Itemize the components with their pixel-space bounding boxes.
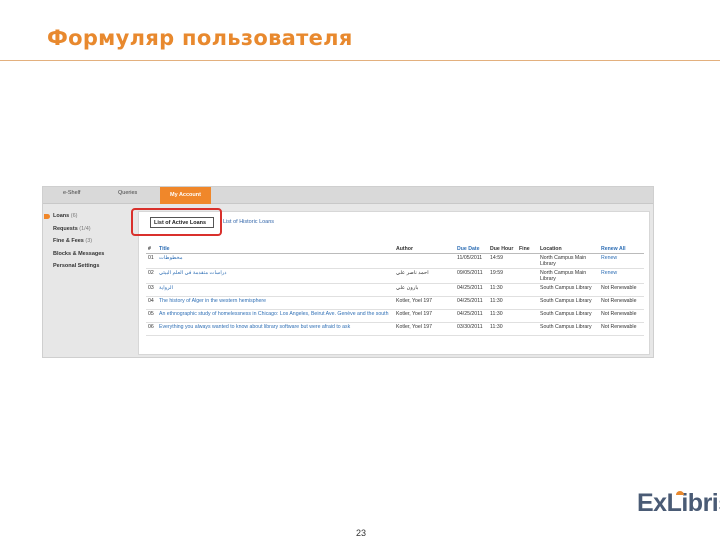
sidebar-item-personal-settings[interactable]: Personal Settings bbox=[43, 263, 135, 276]
sidebar-item-count: (6) bbox=[70, 213, 78, 219]
column-header: # bbox=[146, 235, 157, 254]
loan-author: Kotler, Yoel 197 bbox=[394, 296, 455, 310]
row-number: 02 bbox=[146, 268, 157, 284]
table-row: 01 مخطوطات 11/05/2011 14:59 North Campus… bbox=[146, 253, 644, 269]
loan-due-date: 09/05/2011 bbox=[455, 268, 488, 284]
column-header: Author bbox=[394, 235, 455, 254]
loan-due-date: 04/25/2011 bbox=[455, 309, 488, 323]
sidebar-item-count: (3) bbox=[85, 238, 93, 244]
logo-accent-icon bbox=[676, 491, 684, 495]
row-number: 06 bbox=[146, 322, 157, 336]
loan-fine bbox=[517, 253, 538, 269]
loan-author: احمد ناصر علي bbox=[394, 268, 455, 284]
loan-due-date: 04/25/2011 bbox=[455, 283, 488, 297]
loan-location: South Campus Library bbox=[538, 296, 599, 310]
loan-due-date: 11/05/2011 bbox=[455, 253, 488, 269]
loan-due-hour: 11:30 bbox=[488, 309, 517, 323]
column-header-due-date[interactable]: Due Date bbox=[455, 235, 488, 254]
loan-due-hour: 19:59 bbox=[488, 268, 517, 284]
title-divider bbox=[0, 60, 720, 61]
loan-fine bbox=[517, 309, 538, 323]
sidebar-item-label: Fine & Fees bbox=[53, 238, 84, 244]
loan-due-hour: 11:30 bbox=[488, 322, 517, 336]
loan-fine bbox=[517, 268, 538, 284]
row-number: 05 bbox=[146, 309, 157, 323]
table-row: 02 دراسات متقدمة في العلم البيئي احمد نا… bbox=[146, 268, 644, 284]
loan-title-link[interactable]: مخطوطات bbox=[157, 253, 394, 269]
table-row: 06 Everything you always wanted to know … bbox=[146, 322, 644, 336]
loan-location: South Campus Library bbox=[538, 322, 599, 336]
sidebar-item-count: (1/4) bbox=[79, 225, 91, 232]
sidebar-item-requests[interactable]: Requests (1/4) bbox=[43, 226, 135, 239]
column-header-title[interactable]: Title bbox=[157, 235, 394, 254]
account-sidebar: Loans (6) Requests (1/4) Fine & Fees (3)… bbox=[43, 213, 135, 276]
sidebar-item-label: Requests bbox=[53, 225, 78, 232]
loan-author: Kotler, Yoel 197 bbox=[394, 322, 455, 336]
loan-due-date: 04/25/2011 bbox=[455, 296, 488, 310]
renew-status: Not Renewable bbox=[599, 309, 644, 323]
active-loans-highlight bbox=[131, 208, 222, 236]
loan-location: North Campus Main Library bbox=[538, 268, 599, 284]
tab-eshelf[interactable]: e-Shelf bbox=[63, 190, 80, 196]
loan-location: North Campus Main Library bbox=[538, 253, 599, 269]
slide-title: Формуляр пользователя bbox=[47, 26, 353, 50]
column-header: Due Hour bbox=[488, 235, 517, 254]
sidebar-item-label: Loans bbox=[53, 213, 70, 219]
loan-author: Kotler, Yoel 197 bbox=[394, 309, 455, 323]
page-number: 23 bbox=[356, 528, 367, 538]
sidebar-item-label: Personal Settings bbox=[53, 263, 100, 269]
loan-title-link[interactable]: The history of Alger in the western hemi… bbox=[157, 296, 394, 310]
tab-historic-loans[interactable]: List of Historic Loans bbox=[223, 219, 274, 225]
loans-table: # Title Author Due Date Due Hour Fine Lo… bbox=[146, 235, 644, 336]
loan-title-link[interactable]: الرواية bbox=[157, 283, 394, 297]
loan-location: South Campus Library bbox=[538, 283, 599, 297]
renew-status: Not Renewable bbox=[599, 322, 644, 336]
loan-location: South Campus Library bbox=[538, 309, 599, 323]
renew-link[interactable]: Renew bbox=[599, 253, 644, 269]
renew-status: Not Renewable bbox=[599, 296, 644, 310]
tab-queries[interactable]: Queries bbox=[118, 190, 137, 196]
row-number: 03 bbox=[146, 283, 157, 297]
renew-status: Not Renewable bbox=[599, 283, 644, 297]
loan-title-link[interactable]: An ethnographic study of homelessness in… bbox=[157, 309, 394, 323]
loan-due-date: 03/30/2011 bbox=[455, 322, 488, 336]
sidebar-item-loans[interactable]: Loans (6) bbox=[43, 213, 135, 226]
renew-all-link[interactable]: Renew All bbox=[599, 235, 644, 254]
row-number: 04 bbox=[146, 296, 157, 310]
table-row: 03 الرواية بارون علي 04/25/2011 11:30 So… bbox=[146, 283, 644, 297]
row-number: 01 bbox=[146, 253, 157, 269]
sidebar-item-label: Blocks & Messages bbox=[53, 250, 105, 257]
loan-title-link[interactable]: Everything you always wanted to know abo… bbox=[157, 322, 394, 336]
renew-link[interactable]: Renew bbox=[599, 268, 644, 284]
loan-due-hour: 14:59 bbox=[488, 253, 517, 269]
table-row: 05 An ethnographic study of homelessness… bbox=[146, 309, 644, 323]
loan-author: بارون علي bbox=[394, 283, 455, 297]
loan-title-link[interactable]: دراسات متقدمة في العلم البيئي bbox=[157, 268, 394, 284]
sidebar-item-fines[interactable]: Fine & Fees (3) bbox=[43, 238, 135, 251]
loan-fine bbox=[517, 322, 538, 336]
table-row: 04 The history of Alger in the western h… bbox=[146, 296, 644, 310]
loan-fine bbox=[517, 283, 538, 297]
tab-my-account[interactable]: My Account bbox=[160, 187, 211, 204]
sidebar-item-blocks-messages[interactable]: Blocks & Messages bbox=[43, 251, 135, 264]
loan-due-hour: 11:30 bbox=[488, 296, 517, 310]
top-tab-bar: e-Shelf Queries My Account bbox=[43, 187, 653, 204]
loan-due-hour: 11:30 bbox=[488, 283, 517, 297]
loan-author bbox=[394, 253, 455, 269]
table-header-row: # Title Author Due Date Due Hour Fine Lo… bbox=[146, 235, 644, 254]
column-header: Location bbox=[538, 235, 599, 254]
column-header: Fine bbox=[517, 235, 538, 254]
loan-fine bbox=[517, 296, 538, 310]
